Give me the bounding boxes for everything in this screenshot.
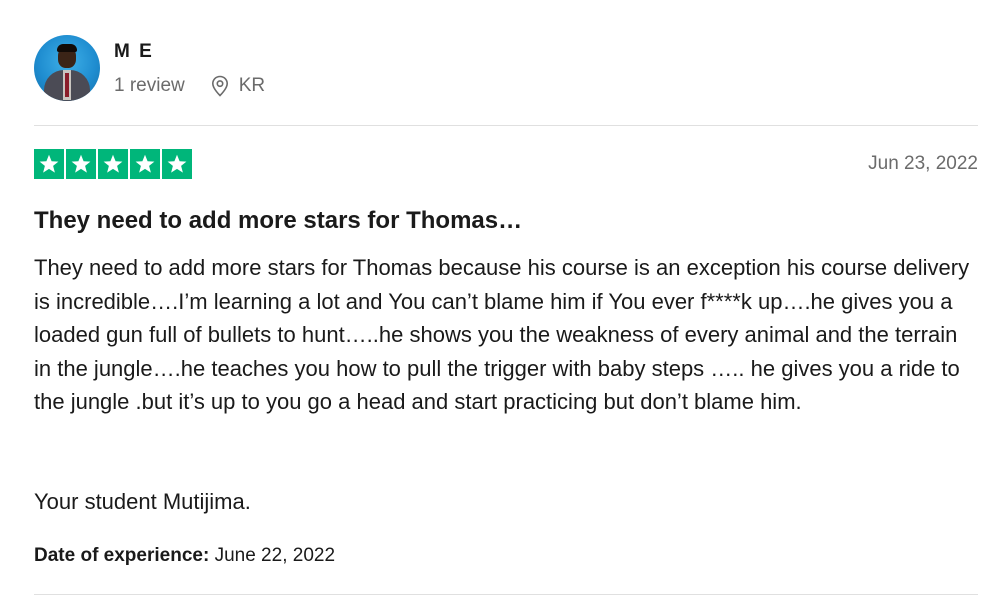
reviewer-location: KR bbox=[211, 74, 265, 98]
reviewer-meta: 1 review KR bbox=[114, 74, 265, 98]
star-icon bbox=[98, 149, 128, 179]
star-rating bbox=[34, 149, 192, 179]
review-count: 1 review bbox=[114, 74, 185, 96]
review-title[interactable]: They need to add more stars for Thomas… bbox=[34, 205, 978, 237]
reviewer-info: M E 1 review KR bbox=[114, 39, 265, 98]
reviewer-name[interactable]: M E bbox=[114, 39, 265, 65]
rating-row: Jun 23, 2022 bbox=[34, 149, 978, 181]
star-icon bbox=[34, 149, 64, 179]
review-signoff: Your student Mutijima. bbox=[34, 489, 251, 514]
experience-date: June 22, 2022 bbox=[214, 545, 336, 566]
star-icon bbox=[66, 149, 96, 179]
date-of-experience: Date of experience: June 22, 2022 bbox=[34, 543, 335, 569]
star-icon bbox=[130, 149, 160, 179]
star-icon bbox=[162, 149, 192, 179]
divider bbox=[34, 594, 978, 595]
review-card: M E 1 review KR Jun 23, 2022 They need t… bbox=[34, 0, 978, 600]
divider bbox=[34, 125, 978, 126]
review-date: Jun 23, 2022 bbox=[868, 153, 978, 174]
experience-label: Date of experience: bbox=[34, 545, 210, 566]
reviewer-country: KR bbox=[238, 74, 266, 96]
review-body: They need to add more stars for Thomas b… bbox=[34, 255, 970, 415]
map-pin-icon bbox=[211, 75, 228, 97]
avatar[interactable] bbox=[34, 35, 100, 101]
reviewer-header: M E 1 review KR bbox=[34, 34, 265, 102]
